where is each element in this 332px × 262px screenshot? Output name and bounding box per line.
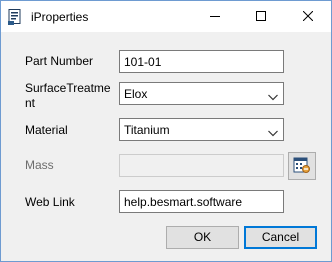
web-link-input[interactable] bbox=[119, 190, 284, 213]
minimize-icon bbox=[210, 10, 220, 24]
calculator-icon bbox=[293, 156, 311, 177]
window-title: iProperties bbox=[31, 10, 89, 24]
surface-treatment-label-line2: nt bbox=[25, 96, 36, 110]
maximize-button[interactable] bbox=[238, 1, 284, 32]
window-app-icon bbox=[8, 9, 22, 25]
material-label: Material bbox=[25, 123, 68, 137]
mass-label: Mass bbox=[25, 158, 54, 172]
close-button[interactable] bbox=[285, 1, 331, 32]
maximize-icon bbox=[256, 10, 266, 24]
part-number-label: Part Number bbox=[25, 54, 94, 68]
title-bar[interactable]: iProperties bbox=[1, 1, 331, 32]
ok-button[interactable]: OK bbox=[166, 226, 239, 249]
minimize-button[interactable] bbox=[192, 1, 238, 32]
web-link-label: Web Link bbox=[25, 195, 75, 209]
part-number-input[interactable] bbox=[119, 50, 284, 73]
material-dropdown[interactable]: Titanium bbox=[119, 118, 284, 141]
surface-treatment-value: Elox bbox=[124, 87, 148, 101]
mass-input bbox=[119, 154, 284, 177]
close-icon bbox=[302, 10, 314, 24]
material-value: Titanium bbox=[124, 123, 170, 137]
surface-treatment-label-line1: SurfaceTreatme bbox=[25, 81, 111, 95]
mass-calculate-button[interactable] bbox=[288, 152, 316, 180]
surface-treatment-label: SurfaceTreatme nt bbox=[25, 81, 111, 111]
iproperties-window: iProperties Part Number SurfaceTreatme n… bbox=[0, 0, 332, 262]
cancel-button[interactable]: Cancel bbox=[244, 226, 317, 249]
surface-treatment-dropdown[interactable]: Elox bbox=[119, 82, 284, 105]
chevron-down-icon bbox=[268, 90, 278, 101]
dialog-body: Part Number SurfaceTreatme nt Elox Mater… bbox=[1, 32, 331, 261]
chevron-down-icon bbox=[268, 126, 278, 137]
